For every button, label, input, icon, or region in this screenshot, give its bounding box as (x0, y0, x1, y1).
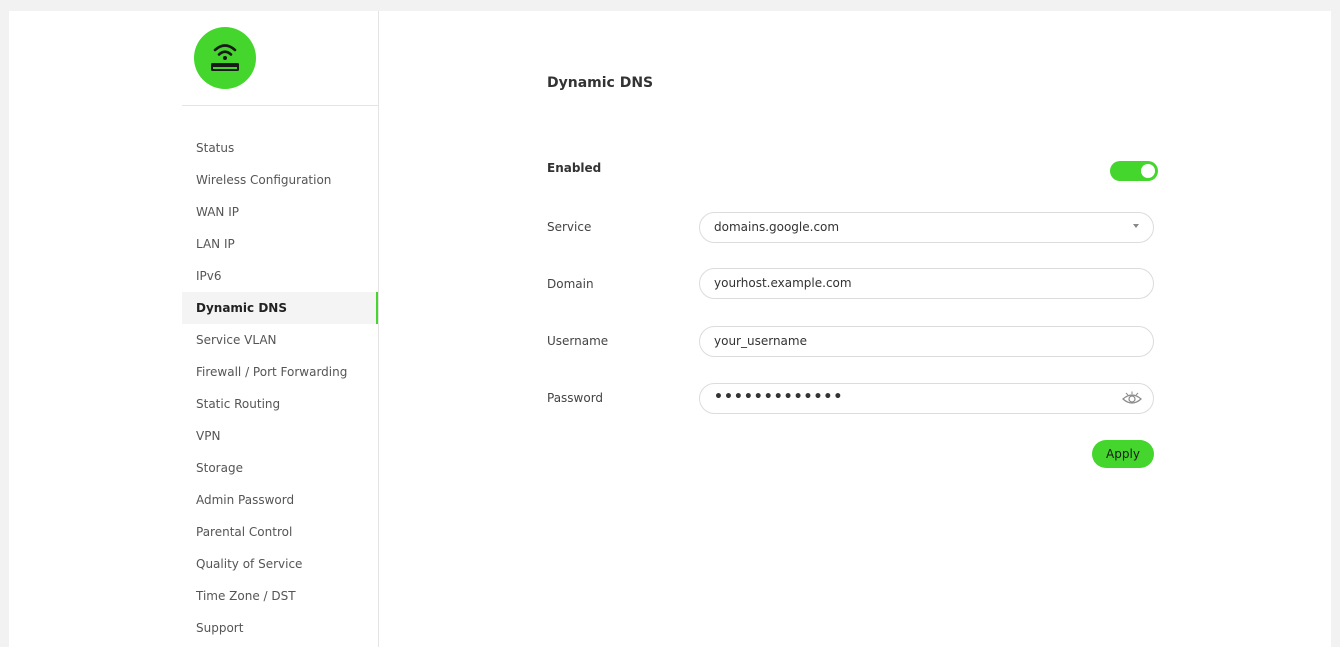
domain-input[interactable]: yourhost.example.com (699, 268, 1154, 299)
toggle-knob (1141, 164, 1155, 178)
sidebar-item-vpn[interactable]: VPN (182, 420, 378, 452)
sidebar-item-quality-of-service[interactable]: Quality of Service (182, 548, 378, 580)
username-label: Username (547, 334, 609, 348)
sidebar-item-wireless-configuration[interactable]: Wireless Configuration (182, 164, 378, 196)
sidebar-item-storage[interactable]: Storage (182, 452, 378, 484)
password-input[interactable]: ••••••••••••• (699, 383, 1154, 414)
sidebar-item-dynamic-dns[interactable]: Dynamic DNS (182, 292, 378, 324)
logo-area (182, 11, 378, 106)
enabled-label: Enabled (547, 161, 602, 175)
domain-value: yourhost.example.com (714, 276, 852, 290)
app-window: Status Wireless Configuration WAN IP LAN… (9, 11, 1331, 647)
service-label: Service (547, 220, 592, 234)
password-value: ••••••••••••• (714, 389, 844, 405)
sidebar-item-status[interactable]: Status (182, 132, 378, 164)
page-title: Dynamic DNS (547, 75, 654, 91)
sidebar-item-parental-control[interactable]: Parental Control (182, 516, 378, 548)
username-input[interactable]: your_username (699, 326, 1154, 357)
sidebar-item-lan-ip[interactable]: LAN IP (182, 228, 378, 260)
sidebar-item-time-zone-dst[interactable]: Time Zone / DST (182, 580, 378, 612)
sidebar-item-ipv6[interactable]: IPv6 (182, 260, 378, 292)
sidebar: Status Wireless Configuration WAN IP LAN… (9, 11, 379, 647)
sidebar-item-wan-ip[interactable]: WAN IP (182, 196, 378, 228)
sidebar-item-admin-password[interactable]: Admin Password (182, 484, 378, 516)
password-label: Password (547, 391, 604, 405)
sidebar-item-firewall-port-forwarding[interactable]: Firewall / Port Forwarding (182, 356, 378, 388)
sidebar-item-service-vlan[interactable]: Service VLAN (182, 324, 378, 356)
chevron-down-icon (1133, 224, 1139, 228)
sidebar-item-static-routing[interactable]: Static Routing (182, 388, 378, 420)
sidebar-item-support[interactable]: Support (182, 612, 378, 644)
sidebar-nav: Status Wireless Configuration WAN IP LAN… (182, 132, 378, 644)
username-value: your_username (714, 334, 807, 348)
service-select[interactable]: domains.google.com (699, 212, 1154, 243)
apply-button[interactable]: Apply (1092, 440, 1154, 468)
router-wifi-icon (194, 27, 256, 89)
domain-label: Domain (547, 277, 594, 291)
main-content: Dynamic DNS Enabled Service domains.goog… (379, 11, 1331, 647)
eye-icon[interactable] (1121, 391, 1143, 407)
service-value: domains.google.com (714, 220, 840, 234)
enabled-toggle[interactable] (1110, 161, 1158, 181)
